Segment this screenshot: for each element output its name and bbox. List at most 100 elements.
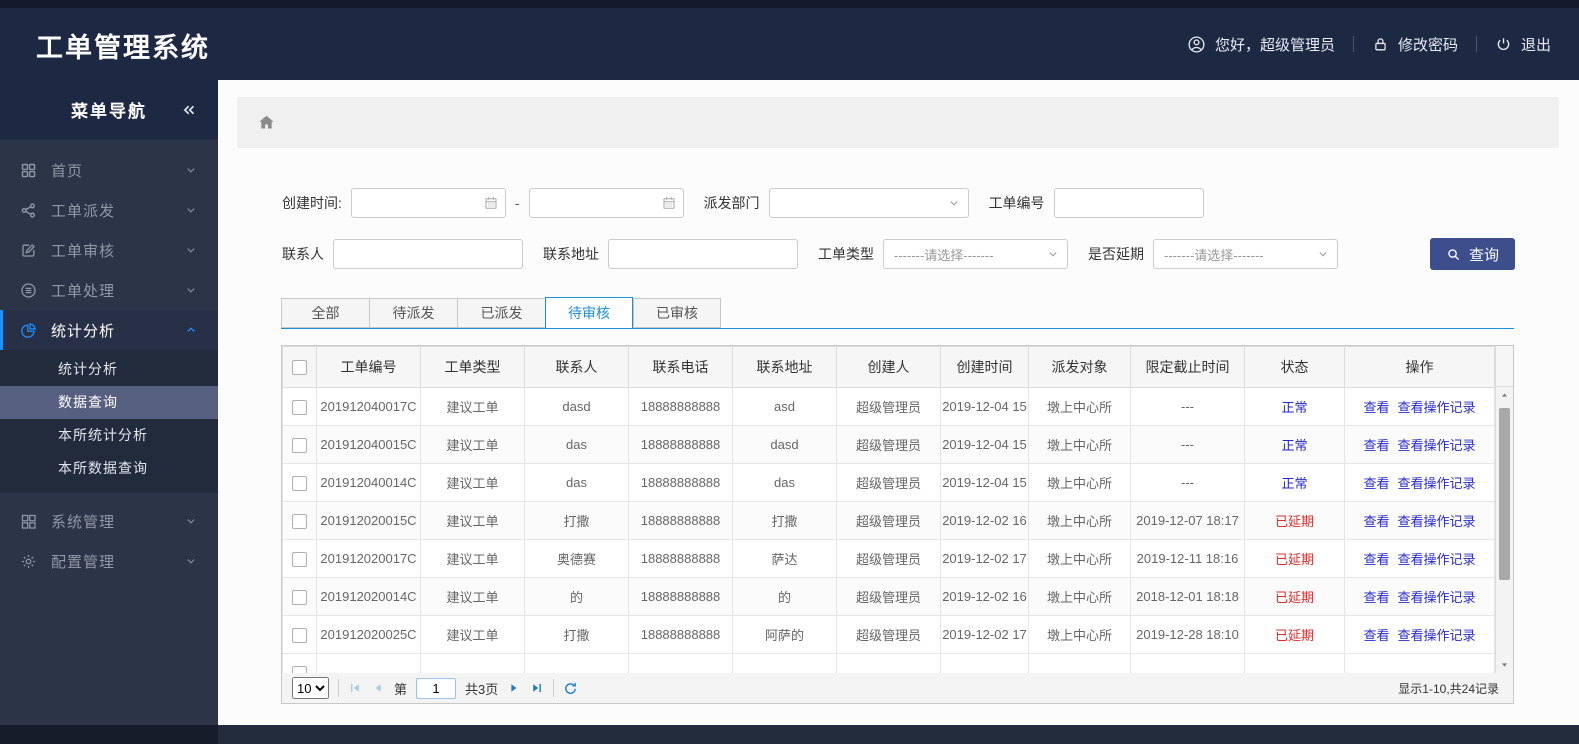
next-page-icon[interactable]: [507, 681, 521, 695]
cell-target: 墩上中心所: [1028, 615, 1131, 654]
calendar-icon[interactable]: [661, 195, 677, 211]
cell-deadline: 2019-12-11 18:16: [1130, 539, 1245, 578]
row-checkbox[interactable]: [292, 475, 307, 491]
view-records-link[interactable]: 查看操作记录: [1398, 590, 1476, 605]
sidebar-item-label: 配置管理: [51, 553, 116, 571]
cell-empty: [524, 653, 629, 673]
chevron-down-icon: [184, 283, 198, 297]
calendar-icon[interactable]: [483, 195, 499, 211]
row-checkbox[interactable]: [292, 589, 307, 605]
view-records-link[interactable]: 查看操作记录: [1398, 514, 1476, 529]
select-all-checkbox[interactable]: [292, 360, 307, 376]
column-header[interactable]: 联系人: [524, 346, 629, 388]
sidebar-subitem-1[interactable]: 数据查询: [0, 386, 218, 419]
cell-deadline: ---: [1130, 463, 1245, 502]
view-records-link[interactable]: 查看操作记录: [1398, 476, 1476, 491]
view-records-link[interactable]: 查看操作记录: [1398, 438, 1476, 453]
order-type-label: 工单类型: [818, 246, 874, 262]
column-header[interactable]: 限定截止时间: [1130, 346, 1245, 388]
sidebar-item-dispatch[interactable]: 工单派发: [0, 190, 218, 230]
cell-order-no: 201912020015C: [316, 501, 421, 540]
cell-contact: 打撒: [524, 501, 629, 540]
cell-empty: [940, 653, 1029, 673]
sidebar-item-process[interactable]: 工单处理: [0, 270, 218, 310]
view-records-link[interactable]: 查看操作记录: [1398, 552, 1476, 567]
row-checkbox[interactable]: [292, 627, 307, 643]
scrollbar-thumb[interactable]: [1499, 408, 1510, 580]
column-header[interactable]: 派发对象: [1028, 346, 1131, 388]
logout-label: 退出: [1520, 36, 1551, 54]
sidebar-subitem-3[interactable]: 本所数据查询: [0, 452, 218, 485]
tab-4[interactable]: 已审核: [633, 298, 721, 328]
sidebar-item-config[interactable]: 配置管理: [0, 541, 218, 581]
grid-icon: [20, 162, 37, 179]
column-header[interactable]: 创建人: [836, 346, 941, 388]
logout-button[interactable]: 退出: [1495, 34, 1551, 55]
status-badge: 已延期: [1274, 628, 1314, 643]
tab-2[interactable]: 已派发: [457, 298, 545, 328]
table-scrollbar[interactable]: [1495, 346, 1513, 673]
view-link[interactable]: 查看: [1363, 514, 1389, 529]
table-row: 201912040017C 建议工单 dasd 18888888888 asd 超级管理员…: [282, 387, 1495, 426]
view-link[interactable]: 查看: [1363, 400, 1389, 415]
order-type-select[interactable]: -------请选择-------: [883, 239, 1068, 269]
first-page-icon[interactable]: [348, 681, 362, 695]
search-button-label: 查询: [1468, 246, 1499, 264]
cell-target: 墩上中心所: [1028, 425, 1131, 464]
address-input[interactable]: [608, 239, 798, 269]
sidebar-item-stats[interactable]: 统计分析: [0, 310, 218, 350]
change-password-button[interactable]: 修改密码: [1372, 34, 1458, 55]
column-header[interactable]: 工单类型: [420, 346, 525, 388]
dispatch-dept-select[interactable]: [768, 188, 969, 218]
view-link[interactable]: 查看: [1363, 628, 1389, 643]
collapse-sidebar-icon[interactable]: [180, 101, 198, 119]
table-row: 201912040015C 建议工单 das 18888888888 dasd 超级管理员…: [282, 425, 1495, 464]
column-header[interactable]: 操作: [1344, 346, 1495, 388]
prev-page-icon[interactable]: [371, 681, 385, 695]
row-checkbox[interactable]: [292, 513, 307, 529]
row-checkbox[interactable]: [292, 399, 307, 415]
scroll-up-icon[interactable]: [1496, 389, 1513, 402]
page-number-input[interactable]: [416, 677, 457, 699]
cell-order-no: 201912020014C: [316, 577, 421, 616]
cell-contact: das: [524, 425, 629, 464]
tab-3[interactable]: 待审核: [545, 297, 633, 329]
view-link[interactable]: 查看: [1363, 552, 1389, 567]
column-header[interactable]: 状态: [1244, 346, 1345, 388]
last-page-icon[interactable]: [530, 681, 544, 695]
home-icon[interactable]: [257, 113, 276, 132]
view-link[interactable]: 查看: [1363, 438, 1389, 453]
sidebar-subitem-2[interactable]: 本所统计分析: [0, 419, 218, 452]
page-size-select[interactable]: 10: [292, 677, 329, 699]
scroll-down-icon[interactable]: [1496, 658, 1513, 671]
order-no-input[interactable]: [1053, 188, 1204, 218]
chevron-down-icon: [184, 243, 198, 257]
created-time-label: 创建时间:: [282, 195, 342, 211]
topbar-right: 您好，超级管理员 修改密码 退出: [1187, 8, 1551, 80]
sidebar-item-review[interactable]: 工单审核: [0, 230, 218, 270]
contact-input[interactable]: [333, 239, 523, 269]
cell-address: das: [732, 463, 837, 502]
sidebar-item-home[interactable]: 首页: [0, 150, 218, 190]
cell-checkbox: [282, 387, 317, 426]
sidebar-subitem-0[interactable]: 统计分析: [0, 353, 218, 386]
column-header[interactable]: 工单编号: [316, 346, 421, 388]
search-button[interactable]: 查询: [1429, 238, 1515, 270]
column-header[interactable]: 创建时间: [940, 346, 1029, 388]
column-header[interactable]: 联系地址: [732, 346, 837, 388]
view-link[interactable]: 查看: [1363, 590, 1389, 605]
sidebar-item-system[interactable]: 系统管理: [0, 501, 218, 541]
select-all-header: [282, 346, 317, 388]
view-link[interactable]: 查看: [1363, 476, 1389, 491]
cell-phone: 18888888888: [628, 577, 733, 616]
column-header[interactable]: 联系电话: [628, 346, 733, 388]
tab-0[interactable]: 全部: [281, 298, 369, 328]
view-records-link[interactable]: 查看操作记录: [1398, 400, 1476, 415]
row-checkbox[interactable]: [292, 437, 307, 453]
scrollbar-track[interactable]: [1496, 387, 1513, 673]
is-delayed-select[interactable]: -------请选择-------: [1153, 239, 1338, 269]
tab-1[interactable]: 待派发: [369, 298, 457, 328]
row-checkbox[interactable]: [292, 551, 307, 567]
view-records-link[interactable]: 查看操作记录: [1398, 628, 1476, 643]
refresh-icon[interactable]: [563, 681, 578, 696]
